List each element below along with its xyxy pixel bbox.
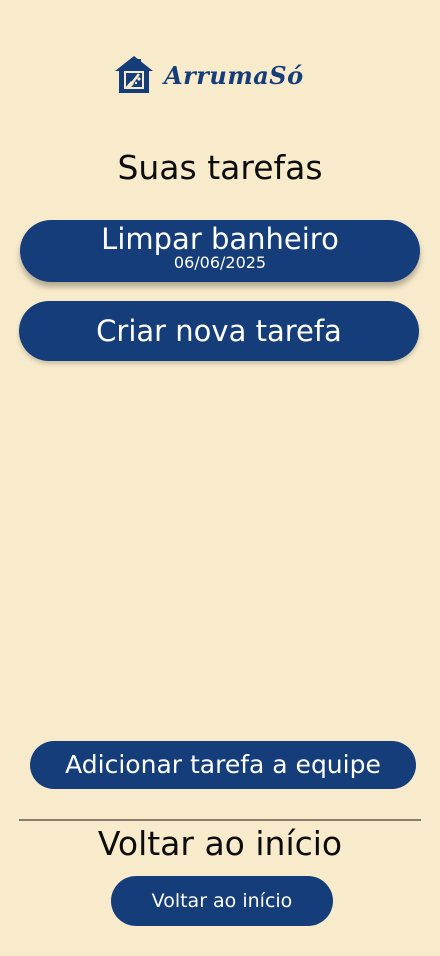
- add-team-task-button[interactable]: Adicionar tarefa a equipe: [30, 741, 416, 789]
- task-title: Limpar banheiro: [101, 222, 339, 256]
- back-home-button[interactable]: Voltar ao início: [111, 876, 333, 926]
- app-logo: ArrumaSó: [112, 52, 322, 98]
- house-broom-icon: [115, 56, 153, 93]
- back-heading: Voltar ao início: [97, 824, 343, 863]
- task-date: 06/06/2025: [173, 253, 267, 272]
- create-task-button[interactable]: Criar nova tarefa: [19, 301, 419, 361]
- page-title: Suas tarefas: [117, 148, 323, 188]
- logo-text: ArrumaSó: [164, 60, 304, 90]
- divider: [19, 819, 421, 821]
- task-card[interactable]: Limpar banheiro 06/06/2025: [20, 220, 420, 282]
